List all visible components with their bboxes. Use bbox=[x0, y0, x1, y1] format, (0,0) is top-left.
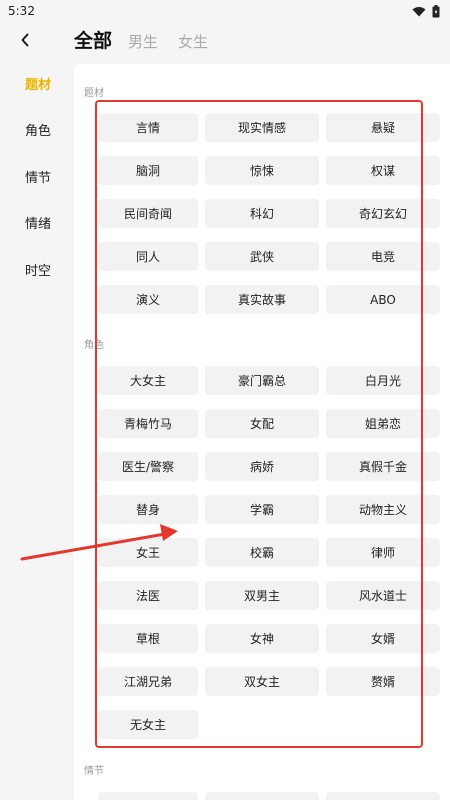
tag-chip-placeholder[interactable] bbox=[326, 792, 440, 800]
tag-chip[interactable]: 豪门霸总 bbox=[205, 366, 319, 395]
tag-chip[interactable]: 医生/警察 bbox=[98, 452, 198, 481]
tag-chip[interactable]: 大女主 bbox=[98, 366, 198, 395]
tag-chip[interactable]: 同人 bbox=[98, 242, 198, 271]
section-title-role: 角色 bbox=[84, 340, 104, 351]
tab-female[interactable]: 女生 bbox=[178, 31, 208, 52]
tag-chip[interactable]: 真假千金 bbox=[326, 452, 440, 481]
tag-chip[interactable]: 权谋 bbox=[326, 156, 440, 185]
chevron-left-icon bbox=[21, 33, 29, 47]
tag-chip[interactable]: 校霸 bbox=[205, 538, 319, 567]
tag-chip[interactable]: 科幻 bbox=[205, 199, 319, 228]
tag-chip[interactable]: 现实情感 bbox=[205, 113, 319, 142]
back-button[interactable] bbox=[14, 28, 36, 52]
tag-chip[interactable]: 惊悚 bbox=[205, 156, 319, 185]
sidebar-item-role[interactable]: 角色 bbox=[0, 107, 74, 154]
tag-chip[interactable]: 女神 bbox=[205, 624, 319, 653]
tag-chip[interactable]: 江湖兄弟 bbox=[98, 667, 198, 696]
sidebar-item-plot[interactable]: 情节 bbox=[0, 153, 74, 200]
category-sidebar: 题材 角色 情节 情绪 时空 bbox=[0, 60, 74, 293]
tag-chip-placeholder[interactable] bbox=[205, 792, 319, 800]
tag-chip[interactable]: 学霸 bbox=[205, 495, 319, 524]
tag-chip[interactable]: 双男主 bbox=[205, 581, 319, 610]
tab-all[interactable]: 全部 bbox=[74, 26, 112, 53]
tag-chip[interactable]: 青梅竹马 bbox=[98, 409, 198, 438]
tag-chip[interactable]: 姐弟恋 bbox=[326, 409, 440, 438]
tag-chip[interactable]: 律师 bbox=[326, 538, 440, 567]
role-tag-grid: 大女主 豪门霸总 白月光青梅竹马 女配 姐弟恋医生/警察 病娇 真假千金替身 学霸 动物主义女王… bbox=[98, 366, 450, 739]
tag-chip[interactable]: 病娇 bbox=[205, 452, 319, 481]
section-title-theme: 题材 bbox=[84, 88, 104, 99]
tag-chip[interactable]: 奇幻玄幻 bbox=[326, 199, 440, 228]
tag-chip[interactable]: 脑洞 bbox=[98, 156, 198, 185]
status-icons bbox=[412, 4, 440, 18]
tag-chip[interactable]: 女王 bbox=[98, 538, 198, 567]
tag-chip[interactable]: 无女主 bbox=[98, 710, 198, 739]
sidebar-item-time-space[interactable]: 时空 bbox=[0, 246, 74, 293]
sidebar-item-emotion[interactable]: 情绪 bbox=[0, 200, 74, 247]
tag-chip[interactable]: 演义 bbox=[98, 285, 198, 314]
battery-icon bbox=[432, 4, 440, 17]
tag-chip[interactable]: 替身 bbox=[98, 495, 198, 524]
tag-chip-placeholder[interactable] bbox=[98, 792, 198, 800]
plot-tag-grid bbox=[98, 792, 450, 800]
header: 全部 男生 女生 bbox=[0, 22, 450, 60]
tab-male[interactable]: 男生 bbox=[128, 31, 158, 52]
tag-chip[interactable]: 双女主 bbox=[205, 667, 319, 696]
tag-chip[interactable]: 言情 bbox=[98, 113, 198, 142]
tag-chip[interactable]: 草根 bbox=[98, 624, 198, 653]
tag-chip[interactable]: 电竞 bbox=[326, 242, 440, 271]
status-bar: 5:32 bbox=[0, 0, 450, 22]
tag-chip[interactable]: 赘婿 bbox=[326, 667, 440, 696]
tag-chip[interactable]: 武侠 bbox=[205, 242, 319, 271]
tag-chip[interactable]: 法医 bbox=[98, 581, 198, 610]
tag-chip[interactable]: 风水道士 bbox=[326, 581, 440, 610]
sidebar-item-theme[interactable]: 题材 bbox=[0, 60, 74, 107]
wifi-icon bbox=[412, 6, 426, 16]
tag-chip[interactable]: 真实故事 bbox=[205, 285, 319, 314]
tag-chip[interactable]: 女婿 bbox=[326, 624, 440, 653]
gender-tabs: 全部 男生 女生 bbox=[74, 26, 228, 53]
status-time: 5:32 bbox=[8, 4, 35, 18]
tag-chip[interactable]: 白月光 bbox=[326, 366, 440, 395]
tag-chip[interactable]: 女配 bbox=[205, 409, 319, 438]
tag-chip[interactable]: ABO bbox=[326, 285, 440, 314]
tag-chip[interactable]: 动物主义 bbox=[326, 495, 440, 524]
tag-chip[interactable]: 悬疑 bbox=[326, 113, 440, 142]
tag-chip[interactable]: 民间奇闻 bbox=[98, 199, 198, 228]
tag-panel[interactable]: 题材 言情 现实情感 悬疑脑洞 惊悚 权谋民间奇闻 科幻 奇幻玄幻同人 武侠 电竞演义 真实故事 A… bbox=[74, 64, 450, 800]
theme-tag-grid: 言情 现实情感 悬疑脑洞 惊悚 权谋民间奇闻 科幻 奇幻玄幻同人 武侠 电竞演义 真实故事 ABO bbox=[98, 113, 450, 314]
section-title-plot: 情节 bbox=[84, 766, 104, 777]
